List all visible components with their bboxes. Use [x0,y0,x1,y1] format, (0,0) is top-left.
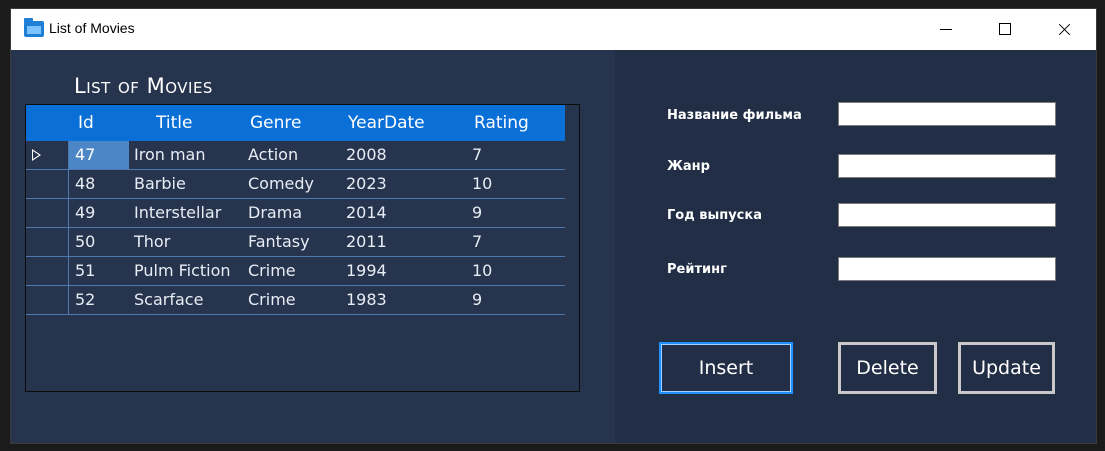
row-header[interactable] [26,257,69,285]
table-row[interactable]: 51 Pulm Fiction Crime 1994 10 [26,257,565,286]
title-bar[interactable]: List of Movies [11,9,1096,50]
minimize-button[interactable] [923,9,969,50]
cell-title[interactable]: Pulm Fiction [129,257,243,285]
close-button[interactable] [1041,9,1087,50]
cell-rating[interactable]: 7 [469,141,565,169]
column-header-yeardate[interactable]: YearDate [348,105,425,141]
cell-rating[interactable]: 7 [469,228,565,256]
insert-button[interactable]: Insert [659,342,793,394]
section-title: List of Movies [74,74,213,98]
table-row[interactable]: 47 Iron man Action 2008 7 [26,141,565,170]
cell-title[interactable]: Interstellar [129,199,243,227]
cell-genre[interactable]: Fantasy [243,228,343,256]
cell-rating[interactable]: 9 [469,286,565,314]
column-header-id[interactable]: Id [78,105,94,141]
column-header-title[interactable]: Title [156,105,192,141]
app-window: List of Movies List of Movies Id Title G… [11,9,1096,443]
cell-year[interactable]: 1994 [343,257,469,285]
cell-id[interactable]: 47 [69,141,129,169]
current-row-arrow-icon [32,149,41,161]
cell-genre[interactable]: Drama [243,199,343,227]
window-title: List of Movies [49,20,135,36]
movies-list-panel: List of Movies Id Title Genre YearDate R… [11,50,615,443]
cell-rating[interactable]: 10 [469,257,565,285]
column-header-genre[interactable]: Genre [250,105,301,141]
cell-year[interactable]: 2008 [343,141,469,169]
row-header[interactable] [26,170,69,198]
cell-genre[interactable]: Crime [243,257,343,285]
rating-label: Рейтинг [667,262,727,277]
grid-rows: 47 Iron man Action 2008 7 48 Barbie Comedy 2023 1… [26,141,565,315]
cell-title[interactable]: Barbie [129,170,243,198]
cell-id[interactable]: 52 [69,286,129,314]
cell-rating[interactable]: 10 [469,170,565,198]
table-row[interactable]: 52 Scarface Crime 1983 9 [26,286,565,315]
table-row[interactable]: 48 Barbie Comedy 2023 10 [26,170,565,199]
row-header[interactable] [26,286,69,314]
cell-id[interactable]: 50 [69,228,129,256]
cell-id[interactable]: 48 [69,170,129,198]
cell-genre[interactable]: Comedy [243,170,343,198]
movie-name-input[interactable] [838,102,1056,126]
grid-header: Id Title Genre YearDate Rating [26,105,565,141]
cell-year[interactable]: 1983 [343,286,469,314]
row-header[interactable] [26,228,69,256]
cell-rating[interactable]: 9 [469,199,565,227]
update-button[interactable]: Update [958,342,1055,394]
movie-form-panel: Название фильма Жанр Год выпуска Рейтинг… [615,50,1096,443]
maximize-button[interactable] [982,9,1028,50]
movie-name-label: Название фильма [667,108,802,123]
cell-genre[interactable]: Crime [243,286,343,314]
cell-year[interactable]: 2011 [343,228,469,256]
rating-input[interactable] [838,257,1056,281]
row-header[interactable] [26,199,69,227]
genre-label: Жанр [667,159,710,174]
delete-button[interactable]: Delete [838,342,937,394]
cell-title[interactable]: Thor [129,228,243,256]
cell-genre[interactable]: Action [243,141,343,169]
cell-id[interactable]: 51 [69,257,129,285]
cell-title[interactable]: Iron man [129,141,243,169]
table-row[interactable]: 49 Interstellar Drama 2014 9 [26,199,565,228]
folder-app-icon [24,18,44,37]
release-year-label: Год выпуска [667,208,762,223]
table-row[interactable]: 50 Thor Fantasy 2011 7 [26,228,565,257]
cell-year[interactable]: 2023 [343,170,469,198]
cell-title[interactable]: Scarface [129,286,243,314]
genre-input[interactable] [838,154,1056,178]
cell-year[interactable]: 2014 [343,199,469,227]
release-year-input[interactable] [838,203,1056,227]
cell-id[interactable]: 49 [69,199,129,227]
movies-data-grid[interactable]: Id Title Genre YearDate Rating 47 Iron ma… [25,104,580,392]
column-header-rating[interactable]: Rating [474,105,529,141]
row-header[interactable] [26,141,69,169]
